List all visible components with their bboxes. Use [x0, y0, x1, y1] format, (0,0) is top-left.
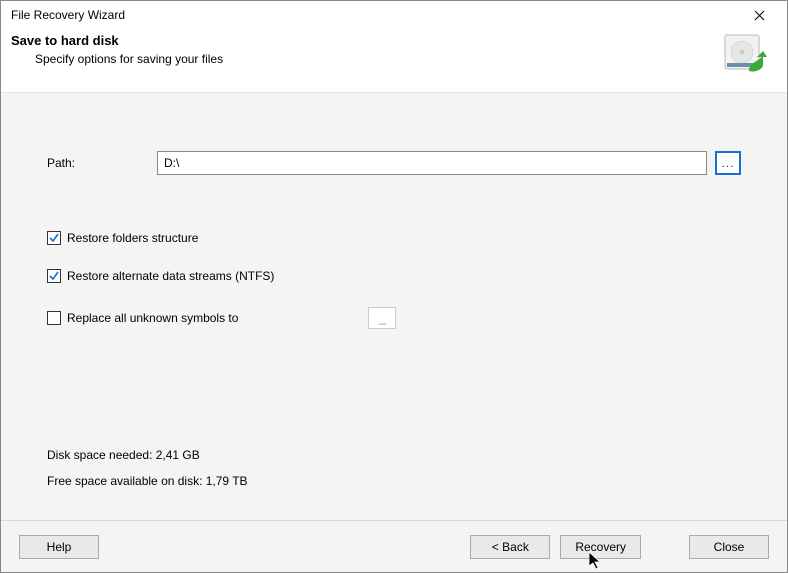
back-button[interactable]: < Back	[470, 535, 550, 559]
wizard-window: File Recovery Wizard Save to hard disk S…	[0, 0, 788, 573]
restore-ads-label: Restore alternate data streams (NTFS)	[67, 269, 274, 283]
restore-folders-label: Restore folders structure	[67, 231, 198, 245]
disk-space-free: Free space available on disk: 1,79 TB	[47, 474, 741, 488]
hard-disk-icon	[723, 33, 767, 78]
window-title: File Recovery Wizard	[11, 1, 125, 29]
titlebar: File Recovery Wizard	[1, 1, 787, 29]
restore-folders-checkbox[interactable]	[47, 231, 61, 245]
body-panel: Path: ... Restore folders structure Rest…	[1, 92, 787, 520]
check-icon	[48, 270, 60, 282]
path-label: Path:	[47, 156, 157, 170]
close-window-button[interactable]	[739, 3, 779, 27]
browse-button[interactable]: ...	[715, 151, 741, 175]
header: Save to hard disk Specify options for sa…	[1, 29, 787, 92]
help-button[interactable]: Help	[19, 535, 99, 559]
close-icon	[754, 10, 765, 21]
restore-ads-row: Restore alternate data streams (NTFS)	[47, 269, 741, 283]
replace-symbols-row: Replace all unknown symbols to	[47, 307, 741, 329]
footer: Help < Back Recovery Close	[1, 520, 787, 572]
check-icon	[48, 232, 60, 244]
restore-folders-row: Restore folders structure	[47, 231, 741, 245]
page-subtitle: Specify options for saving your files	[11, 52, 223, 66]
replace-symbols-label: Replace all unknown symbols to	[67, 311, 238, 325]
page-title: Save to hard disk	[11, 33, 223, 48]
recovery-button[interactable]: Recovery	[560, 535, 641, 559]
path-row: Path: ...	[47, 151, 741, 175]
replace-symbols-input[interactable]	[368, 307, 396, 329]
replace-symbols-checkbox[interactable]	[47, 311, 61, 325]
disk-space-needed: Disk space needed: 2,41 GB	[47, 448, 741, 462]
path-input[interactable]	[157, 151, 707, 175]
restore-ads-checkbox[interactable]	[47, 269, 61, 283]
close-button[interactable]: Close	[689, 535, 769, 559]
